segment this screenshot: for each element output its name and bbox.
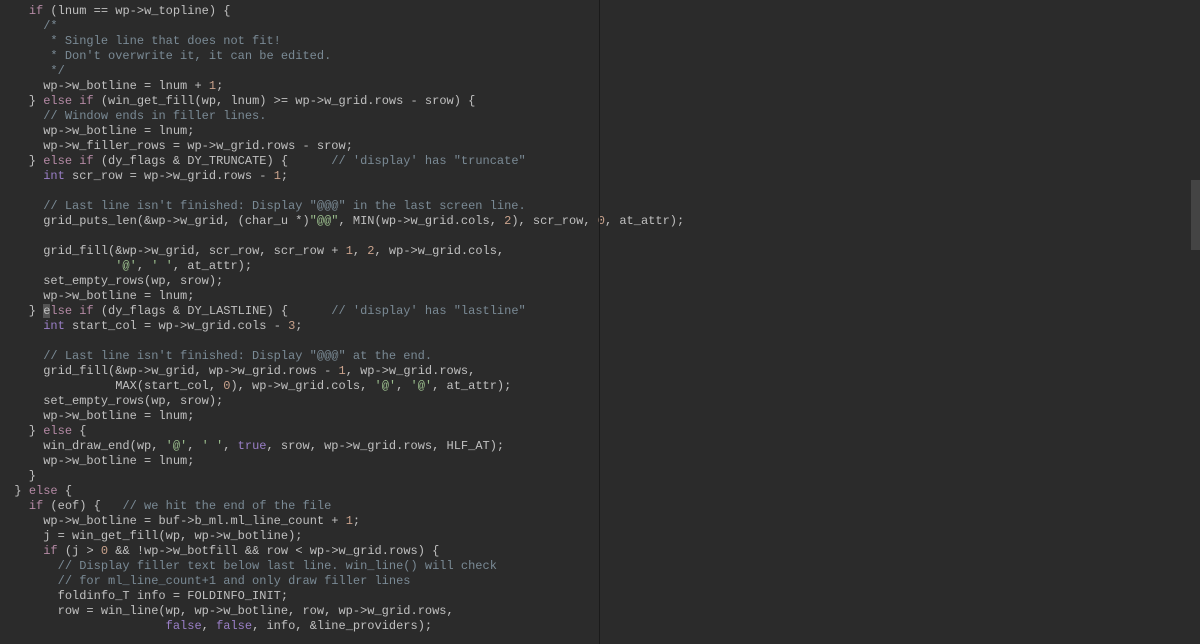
code-line[interactable]: } else if (dy_flags & DY_LASTLINE) { // … [0,304,1200,319]
code-line[interactable]: grid_fill(&wp->w_grid, scr_row, scr_row … [0,244,1200,259]
code-line[interactable]: false, false, info, &line_providers); [0,619,1200,634]
code-line[interactable]: } else { [0,484,1200,499]
scrollbar-thumb[interactable] [1191,180,1200,250]
code-line[interactable]: grid_fill(&wp->w_grid, wp->w_grid.rows -… [0,364,1200,379]
code-line[interactable]: /* [0,19,1200,34]
split-divider[interactable] [599,0,600,644]
code-line[interactable]: wp->w_filler_rows = wp->w_grid.rows - sr… [0,139,1200,154]
code-line[interactable] [0,334,1200,349]
code-line[interactable]: wp->w_botline = lnum; [0,124,1200,139]
code-line[interactable]: wp->w_botline = lnum; [0,409,1200,424]
code-line[interactable]: if (j > 0 && !wp->w_botfill && row < wp-… [0,544,1200,559]
code-line[interactable]: grid_puts_len(&wp->w_grid, (char_u *)"@@… [0,214,1200,229]
code-line[interactable]: wp->w_botline = lnum + 1; [0,79,1200,94]
code-line[interactable]: foldinfo_T info = FOLDINFO_INIT; [0,589,1200,604]
code-line[interactable] [0,229,1200,244]
code-line[interactable]: if (eof) { // we hit the end of the file [0,499,1200,514]
code-line[interactable]: */ [0,64,1200,79]
code-line[interactable]: set_empty_rows(wp, srow); [0,274,1200,289]
code-line[interactable] [0,184,1200,199]
code-line[interactable]: } else { [0,424,1200,439]
code-line[interactable]: j = win_get_fill(wp, wp->w_botline); [0,529,1200,544]
code-line[interactable]: // Display filler text below last line. … [0,559,1200,574]
code-line[interactable]: wp->w_botline = lnum; [0,454,1200,469]
code-line[interactable]: wp->w_botline = buf->b_ml.ml_line_count … [0,514,1200,529]
code-line[interactable]: if (lnum == wp->w_topline) { [0,4,1200,19]
code-line[interactable]: * Single line that does not fit! [0,34,1200,49]
code-line[interactable]: * Don't overwrite it, it can be edited. [0,49,1200,64]
code-line[interactable]: } [0,469,1200,484]
code-line[interactable]: set_empty_rows(wp, srow); [0,394,1200,409]
code-line[interactable]: '@', ' ', at_attr); [0,259,1200,274]
code-line[interactable]: int start_col = wp->w_grid.cols - 3; [0,319,1200,334]
code-line[interactable]: MAX(start_col, 0), wp->w_grid.cols, '@',… [0,379,1200,394]
code-line[interactable]: win_draw_end(wp, '@', ' ', true, srow, w… [0,439,1200,454]
code-line[interactable]: } else if (dy_flags & DY_TRUNCATE) { // … [0,154,1200,169]
code-line[interactable]: // for ml_line_count+1 and only draw fil… [0,574,1200,589]
code-line[interactable]: row = win_line(wp, wp->w_botline, row, w… [0,604,1200,619]
code-line[interactable]: // Last line isn't finished: Display "@@… [0,349,1200,364]
code-editor[interactable]: if (lnum == wp->w_topline) { /* * Single… [0,0,1200,634]
code-line[interactable]: // Last line isn't finished: Display "@@… [0,199,1200,214]
code-line[interactable]: // Window ends in filler lines. [0,109,1200,124]
code-line[interactable]: wp->w_botline = lnum; [0,289,1200,304]
vertical-scrollbar[interactable] [1191,0,1200,644]
code-line[interactable]: } else if (win_get_fill(wp, lnum) >= wp-… [0,94,1200,109]
code-line[interactable]: int scr_row = wp->w_grid.rows - 1; [0,169,1200,184]
